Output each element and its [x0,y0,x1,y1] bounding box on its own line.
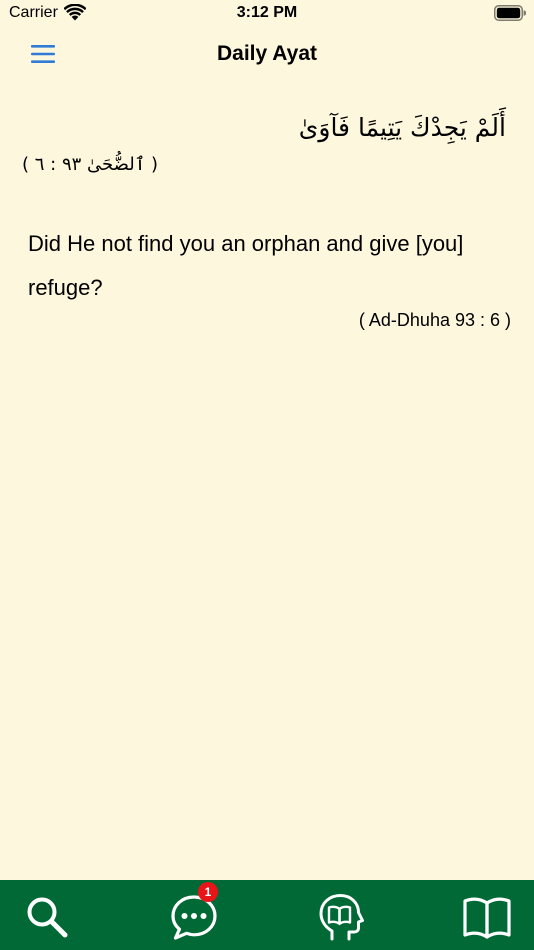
battery-icon [494,5,526,21]
navigation-bar: Daily Ayat [0,30,534,80]
page-title: Daily Ayat [217,42,317,65]
ayat-translation-reference: ( Ad-Dhuha 93 : 6 ) [358,310,511,330]
ayat-arabic-reference: ( ٱلضُّحَىٰ ٩٣ : ٦ ) [22,154,159,175]
open-book-icon [463,897,511,939]
ayat-translation: Did He not find you an orphan and give [… [28,231,464,300]
messages-badge: 1 [198,882,218,902]
status-bar: Carrier 3:12 PM [0,0,534,30]
tab-bar: 1 [0,880,534,950]
head-book-icon [319,894,364,941]
status-time: 3:12 PM [236,4,298,21]
tab-learn[interactable] [315,892,365,942]
search-icon [27,897,68,938]
tab-search[interactable] [21,892,71,942]
tab-messages[interactable]: 1 [169,882,219,942]
tab-quran[interactable] [462,892,512,942]
ayat-arabic-text: أَلَمْ يَجِدْكَ يَتِيمًا فَآوَىٰ [298,113,506,142]
